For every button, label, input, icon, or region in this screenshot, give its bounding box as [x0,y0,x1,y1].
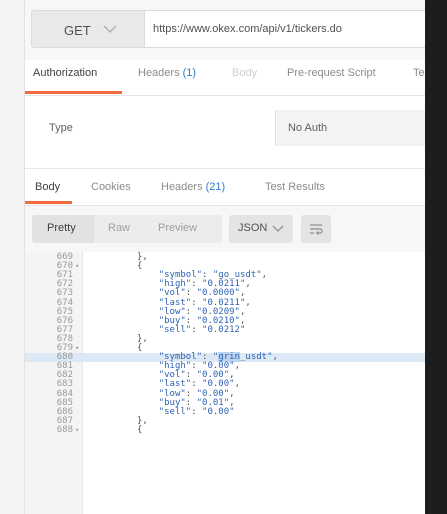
request-tabs: Authorization Headers (1) Body Pre-reque… [25,60,425,96]
url-input[interactable]: https://www.okex.com/api/v1/tickers.do [144,10,425,48]
right-window-edge [425,0,447,514]
tab-authorization[interactable]: Authorization [33,67,97,79]
code-text: "sell": "0.0212" [158,324,246,335]
line-number: 688 [56,424,73,435]
response-code-area[interactable]: 669}, 670 ▾{671 "symbol": "go_usdt", 672 "h… [25,252,425,514]
code-text: "sell": "0.00" [158,406,235,417]
tab-pre-request-script[interactable]: Pre-request Script [287,67,376,79]
fold-arrow-icon[interactable]: ▾ [75,262,79,271]
url-text: https://www.okex.com/api/v1/tickers.do [153,23,342,35]
code-line: 686 "sell": "0.00" [25,406,425,417]
request-bar: GET https://www.okex.com/api/v1/tickers.… [25,0,425,60]
tab-label: Headers [138,67,180,79]
tab-label: Pre-request Script [287,67,376,79]
fold-arrow-icon[interactable]: ▾ [75,426,79,435]
tab-label: Cookies [91,181,131,193]
tab-label: Body [232,67,258,79]
method-select[interactable]: GET [31,10,145,48]
code-line: 688 ▾ { [25,424,425,435]
chevron-down-icon [103,25,117,34]
preview-button[interactable]: Preview [158,222,197,234]
tab-body[interactable]: Body [232,67,257,79]
format-select[interactable]: JSON [229,215,293,243]
tab-count: (21) [205,181,226,193]
active-tab-indicator [25,91,122,94]
tab-test-results[interactable]: Test Results [265,181,325,193]
tab-cookies[interactable]: Cookies [91,181,131,193]
auth-panel: Type No Auth [25,96,425,166]
raw-button[interactable]: Raw [108,222,130,234]
active-tab-indicator [25,201,72,204]
tab-label: Headers [161,181,203,193]
tab-label: Te [413,67,425,79]
auth-type-label: Type [49,122,73,134]
tab-response-headers[interactable]: Headers (21) [161,181,225,193]
response-tabs: Body Cookies Headers (21) Test Results [25,168,425,206]
request-editor: GET https://www.okex.com/api/v1/tickers.… [25,0,425,514]
view-mode-group: Pretty Raw Preview [32,215,222,243]
pretty-button[interactable]: Pretty [47,222,76,234]
fold-arrow-icon[interactable]: ▾ [75,344,79,353]
response-toolbar: Pretty Raw Preview JSON [25,206,425,252]
method-label: GET [64,23,91,38]
tab-label: Test Results [265,181,325,193]
tab-label: Body [35,181,61,193]
tab-response-body[interactable]: Body [35,181,60,193]
tab-tests[interactable]: Te [413,67,425,79]
code-line: 677 "sell": "0.0212" [25,324,425,335]
left-window-edge [0,0,25,514]
auth-type-value: No Auth [288,122,328,134]
tab-label: Authorization [33,67,98,79]
code-line: 678}, [25,334,425,344]
tab-headers[interactable]: Headers (1) [138,67,196,79]
format-label: JSON [238,222,268,234]
code-line: 669}, [25,253,425,262]
wrap-lines-icon [310,224,323,235]
auth-type-select[interactable]: No Auth [275,110,425,146]
wrap-lines-button[interactable] [301,215,331,243]
chevron-down-icon [272,225,284,233]
code-line: 687}, [25,416,425,426]
tab-count: (1) [182,67,197,79]
code-text: { [137,424,143,435]
